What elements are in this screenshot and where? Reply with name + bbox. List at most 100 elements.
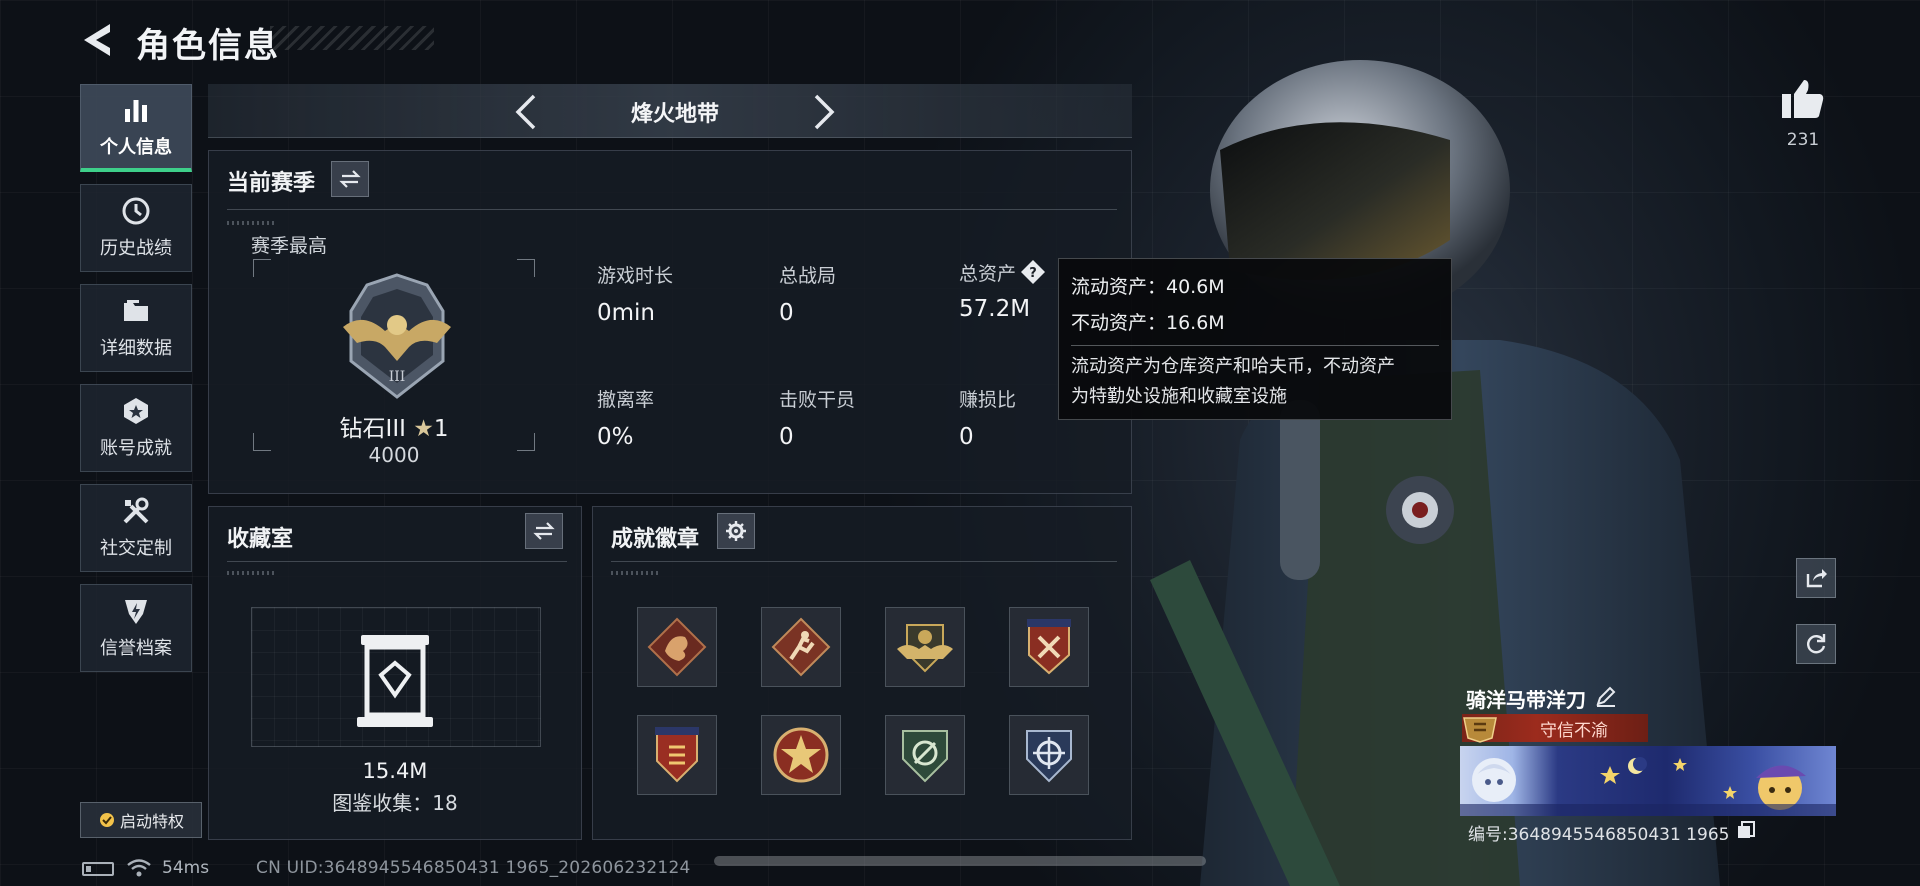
badges-settings-button[interactable] [717, 513, 755, 549]
shield-stripe-badge-icon [655, 727, 699, 783]
battery-icon [82, 862, 114, 876]
gear-icon [726, 521, 746, 541]
refresh-icon [1807, 634, 1826, 654]
bar-chart-icon [125, 99, 147, 122]
eagle-wings-badge-icon [897, 624, 953, 673]
divider [1071, 345, 1439, 346]
like-count: 231 [1786, 130, 1820, 150]
stat-total-assets: 总资产? 57.2M [959, 259, 1046, 322]
badge-slot[interactable] [1009, 607, 1089, 687]
sidebar-item-label: 账号成就 [100, 438, 172, 459]
share-button[interactable] [1796, 558, 1836, 598]
stat-value: 0 [959, 424, 974, 450]
sidebar-nav: 个人信息 历史战绩 详细数据 账号成就 社交定制 信誉档案 [80, 84, 192, 684]
player-id: 编号:3648945546850431 1965 [1468, 825, 1730, 845]
privilege-button[interactable]: 启动特权 [80, 802, 202, 838]
back-arrow-icon[interactable] [80, 22, 114, 58]
shield-lightning-icon [125, 600, 147, 624]
sidebar-item-reputation[interactable]: 信誉档案 [80, 584, 192, 672]
stat-value: 0% [597, 424, 634, 450]
badge-slot[interactable] [761, 715, 841, 795]
rank-stars: 1 [433, 416, 449, 442]
tooltip-fixed-assets: 不动资产：16.6M [1071, 312, 1225, 334]
sidebar-item-detailed-data[interactable]: 详细数据 [80, 284, 192, 372]
season-title: 当前赛季 [227, 171, 316, 196]
sidebar-item-social[interactable]: 社交定制 [80, 484, 192, 572]
home-indicator[interactable] [714, 856, 1206, 866]
privilege-icon [99, 813, 114, 827]
ping-value: 54ms [162, 858, 210, 878]
page-title: 角色信息 [136, 26, 280, 66]
badge-slot[interactable] [637, 715, 717, 795]
divider [227, 571, 277, 575]
name-card-banner[interactable] [1460, 746, 1836, 816]
sidebar-item-achievements[interactable]: 账号成就 [80, 384, 192, 472]
rank-name-row: 钻石III ★1 [209, 409, 579, 443]
sidebar-item-label: 社交定制 [100, 538, 172, 559]
green-shield-badge-icon [902, 730, 948, 783]
diamond-rank-emblem-icon: III [343, 273, 451, 399]
assets-tooltip: 流动资产：40.6M 不动资产：16.6M 流动资产为仓库资产和哈夫币，不动资产… [1058, 258, 1452, 420]
vault-display-case-icon [357, 635, 433, 727]
stat-label: 总战局 [779, 265, 837, 287]
sidebar-item-history[interactable]: 历史战绩 [80, 184, 192, 272]
stat-label: 总资产 [959, 263, 1017, 285]
copy-icon[interactable] [1736, 820, 1756, 840]
chevron-right-icon[interactable] [806, 92, 842, 132]
divider [227, 561, 567, 562]
thumbs-up-icon[interactable] [1780, 78, 1826, 120]
stat-value: 57.2M [959, 296, 1031, 322]
runner-badge-icon [771, 617, 831, 677]
stat-value: 0min [597, 300, 656, 326]
badge-slot[interactable] [885, 607, 965, 687]
wifi-icon [127, 859, 151, 877]
badge-slot[interactable] [885, 715, 965, 795]
star-wheel-badge-icon [773, 727, 829, 783]
mode-name: 烽火地带 [630, 102, 719, 127]
honor-title: 守信不渝 [1540, 721, 1608, 741]
star-icon: ★ [413, 416, 434, 442]
stat-operators-defeated: 击败干员 0 [779, 385, 855, 450]
stat-profit-loss-ratio: 赚损比 0 [959, 385, 1016, 450]
tooltip-description-line: 为特勤处设施和收藏室设施 [1071, 386, 1287, 407]
sidebar-item-label: 历史战绩 [100, 238, 172, 259]
folder-icon [124, 300, 148, 321]
tools-icon [123, 497, 149, 524]
stat-label: 游戏时长 [597, 265, 674, 287]
sidebar-item-personal-info[interactable]: 个人信息 [80, 84, 192, 172]
badge-slot[interactable] [637, 607, 717, 687]
collection-value: 15.4M [362, 759, 428, 783]
stat-label: 撤离率 [597, 389, 655, 411]
season-best-label: 赛季最高 [251, 235, 328, 257]
chevron-left-icon[interactable] [508, 92, 544, 132]
privilege-label: 启动特权 [119, 812, 184, 831]
crosshair-badge-icon [1026, 730, 1072, 783]
medal-icon [124, 398, 148, 424]
help-icon[interactable]: ? [1020, 259, 1046, 285]
rank-score: 4000 [368, 443, 420, 467]
stat-label: 赚损比 [959, 389, 1017, 411]
rotate-button[interactable] [1796, 624, 1836, 664]
svg-text:?: ? [1029, 266, 1037, 281]
badge-slot[interactable] [761, 607, 841, 687]
season-switch-button[interactable] [331, 161, 369, 197]
edit-pencil-icon[interactable] [1594, 684, 1618, 708]
badges-title: 成就徽章 [611, 527, 700, 552]
stat-label: 击败干员 [779, 389, 856, 411]
player-name: 骑洋马带洋刀 [1466, 688, 1586, 712]
badge-slot[interactable] [1009, 715, 1089, 795]
title-decoration [270, 26, 434, 50]
sidebar-item-label: 个人信息 [100, 136, 172, 158]
name-card-illustration [1460, 757, 1836, 816]
season-panel: 当前赛季 赛季最高 III 钻石III ★1 4000 游戏时长 0min 总战… [208, 150, 1132, 494]
stars-badge-icon [1027, 619, 1071, 675]
stat-extraction-rate: 撤离率 0% [597, 385, 654, 450]
tooltip-liquid-assets: 流动资产：40.6M [1071, 276, 1225, 298]
stat-total-matches: 总战局 0 [779, 261, 836, 326]
sidebar-item-label: 信誉档案 [100, 638, 172, 659]
dragon-badge-icon [647, 617, 707, 677]
tooltip-description-line: 流动资产为仓库资产和哈夫币，不动资产 [1071, 356, 1395, 377]
divider [227, 209, 1117, 210]
svg-text:III: III [389, 369, 406, 385]
collection-switch-button[interactable] [525, 513, 563, 549]
